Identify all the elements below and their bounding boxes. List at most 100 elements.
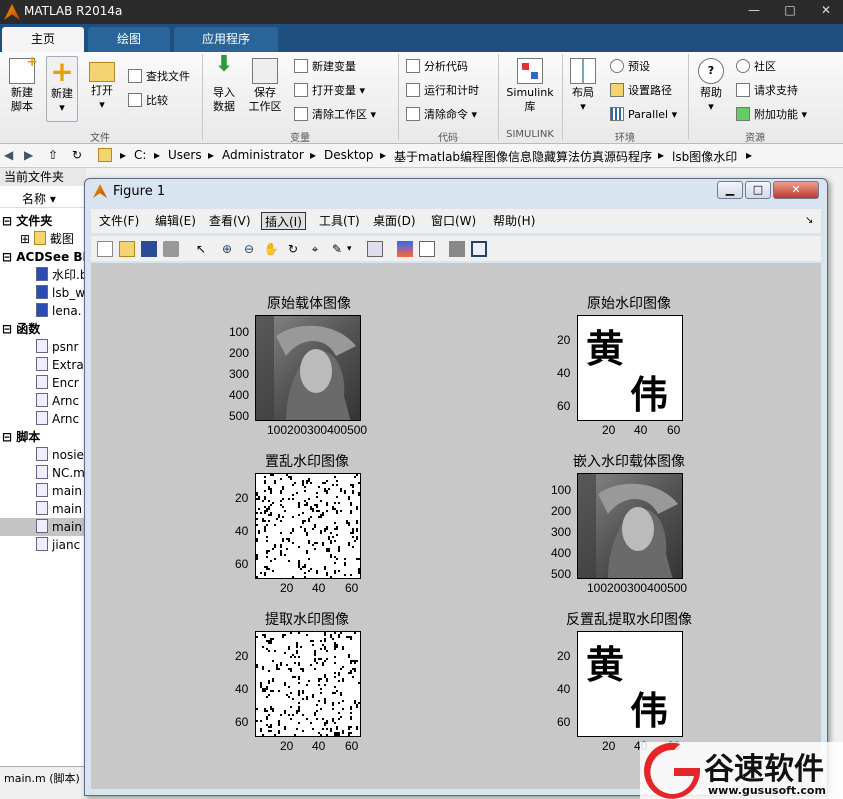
layout-button[interactable]: 布局 ▾ <box>568 58 598 114</box>
clear-workspace-button[interactable]: 清除工作区 ▾ <box>294 106 376 124</box>
list-item-selected[interactable]: main <box>0 518 86 536</box>
list-item[interactable]: nosie <box>0 446 86 464</box>
menu-file[interactable]: 文件(F) <box>99 212 139 230</box>
group-label-variable: 变量 <box>290 133 310 144</box>
open-file-icon[interactable] <box>119 241 135 257</box>
axes-watermarked-host[interactable] <box>577 473 683 579</box>
show-tools-icon[interactable] <box>471 241 487 257</box>
new-script-button[interactable]: + 新建 脚本 <box>4 55 40 114</box>
zoom-out-icon[interactable]: ⊖ <box>241 241 257 257</box>
list-item[interactable]: lsb_w <box>0 284 86 302</box>
breadcrumb-desktop[interactable]: Desktop <box>324 148 374 162</box>
column-header-name[interactable]: 名称 ▾ <box>0 190 86 208</box>
analyze-code-button[interactable]: 分析代码 <box>406 58 468 76</box>
list-item[interactable]: Arnc <box>0 392 86 410</box>
list-item[interactable]: Arnc <box>0 410 86 428</box>
open-button[interactable]: 打开 ▾ <box>88 62 116 112</box>
axes-descrambled-watermark[interactable]: 黄 伟 <box>577 631 683 737</box>
community-button[interactable]: 社区 <box>736 58 776 76</box>
menu-edit[interactable]: 编辑(E) <box>155 212 196 230</box>
tab-plots[interactable]: 绘图 <box>88 27 170 52</box>
noise-pixel <box>298 682 300 684</box>
list-item[interactable]: main <box>0 482 86 500</box>
new-variable-button[interactable]: 新建变量 <box>294 58 356 76</box>
forward-icon[interactable]: ▶ <box>24 148 33 162</box>
breadcrumb-drive[interactable]: C: <box>134 148 146 162</box>
axes-extracted-watermark[interactable] <box>255 631 361 737</box>
axes-original-host[interactable] <box>255 315 361 421</box>
pointer-icon[interactable]: ↖ <box>193 241 209 257</box>
clear-commands-button[interactable]: 清除命令 ▾ <box>406 106 477 124</box>
request-support-button[interactable]: 请求支持 <box>736 82 798 100</box>
list-item[interactable]: Encr <box>0 374 86 392</box>
zoom-in-icon[interactable]: ⊕ <box>219 241 235 257</box>
axes-scrambled-watermark[interactable] <box>255 473 361 579</box>
noise-pixel <box>268 514 270 516</box>
dock-arrow-icon[interactable]: ↘ <box>805 212 813 230</box>
list-item[interactable]: NC.m <box>0 464 86 482</box>
category-scripts[interactable]: ⊟ 脚本 <box>0 428 86 446</box>
new-button[interactable]: + 新建 ▾ <box>46 56 78 122</box>
print-icon[interactable] <box>163 241 179 257</box>
axes-original-watermark[interactable]: 黄 伟 <box>577 315 683 421</box>
menu-window[interactable]: 窗口(W) <box>431 212 476 230</box>
minimize-icon[interactable]: ▁ <box>717 181 743 199</box>
menu-insert[interactable]: 插入(I) <box>261 212 306 230</box>
breadcrumb-users[interactable]: Users <box>168 148 202 162</box>
tab-home[interactable]: 主页 <box>2 27 84 52</box>
set-path-button[interactable]: 设置路径 <box>610 82 672 100</box>
menu-tools[interactable]: 工具(T) <box>319 212 360 230</box>
noise-pixel <box>268 640 270 644</box>
menu-view[interactable]: 查看(V) <box>209 212 251 230</box>
noise-pixel <box>310 516 312 518</box>
list-item[interactable]: Extra <box>0 356 86 374</box>
noise-pixel <box>278 730 280 732</box>
save-workspace-button[interactable]: 保存 工作区 <box>246 58 284 114</box>
run-and-time-button[interactable]: 运行和计时 <box>406 82 479 100</box>
breadcrumb-administrator[interactable]: Administrator <box>222 148 304 162</box>
simulink-library-button[interactable]: Simulink 库 <box>504 58 556 114</box>
hide-tools-icon[interactable] <box>449 241 465 257</box>
chevron-down-icon[interactable]: ▾ <box>347 241 363 257</box>
list-item[interactable]: main <box>0 500 86 518</box>
back-icon[interactable]: ◀ <box>4 148 13 162</box>
menu-help[interactable]: 帮助(H) <box>493 212 535 230</box>
link-plot-icon[interactable] <box>367 241 383 257</box>
save-icon[interactable] <box>141 241 157 257</box>
close-icon[interactable]: ✕ <box>808 0 843 20</box>
new-figure-icon[interactable] <box>97 241 113 257</box>
breadcrumb-project[interactable]: 基于matlab编程图像信息隐藏算法仿真源码程序 <box>394 148 652 165</box>
pan-hand-icon[interactable]: ✋ <box>263 241 279 257</box>
menu-desktop[interactable]: 桌面(D) <box>373 212 416 230</box>
list-item[interactable]: psnr <box>0 338 86 356</box>
help-button[interactable]: ? 帮助 ▾ <box>696 58 726 114</box>
list-item[interactable]: 水印.bmp <box>0 266 86 284</box>
category-folders[interactable]: ⊟ 文件夹 <box>0 212 86 230</box>
maximize-icon[interactable]: □ <box>772 0 808 20</box>
new-script-icon: + <box>9 55 38 84</box>
colorbar-icon[interactable] <box>397 241 413 257</box>
preferences-button[interactable]: 预设 <box>610 58 650 76</box>
compare-button[interactable]: 比较 <box>128 92 168 110</box>
list-item[interactable]: ⊞ 截图 <box>0 230 86 248</box>
list-item[interactable]: jianc <box>0 536 86 554</box>
open-variable-button[interactable]: 打开变量 ▾ <box>294 82 365 100</box>
import-data-button[interactable]: ⬇ 导入 数据 <box>208 54 240 114</box>
parallel-button[interactable]: Parallel ▾ <box>610 106 677 124</box>
browse-folder-icon[interactable]: ↻ <box>72 148 82 162</box>
category-functions[interactable]: ⊟ 函数 <box>0 320 86 338</box>
up-folder-icon[interactable]: ⇧ <box>48 148 58 162</box>
rotate-3d-icon[interactable]: ↻ <box>285 241 301 257</box>
maximize-icon[interactable]: □ <box>745 181 771 199</box>
minimize-icon[interactable]: — <box>736 0 772 20</box>
add-ons-button[interactable]: 附加功能 ▾ <box>736 106 807 124</box>
data-cursor-icon[interactable]: ⌖ <box>307 241 323 257</box>
category-acdsee[interactable]: ⊟ ACDSee BMP <box>0 248 86 266</box>
list-item[interactable]: lena. <box>0 302 86 320</box>
legend-icon[interactable] <box>419 241 435 257</box>
tab-apps[interactable]: 应用程序 <box>174 27 278 52</box>
close-icon[interactable]: ✕ <box>773 181 819 199</box>
find-files-button[interactable]: 查找文件 <box>128 68 190 86</box>
breadcrumb-lsb[interactable]: lsb图像水印 <box>672 148 737 165</box>
brush-icon[interactable]: ✎ <box>329 241 345 257</box>
